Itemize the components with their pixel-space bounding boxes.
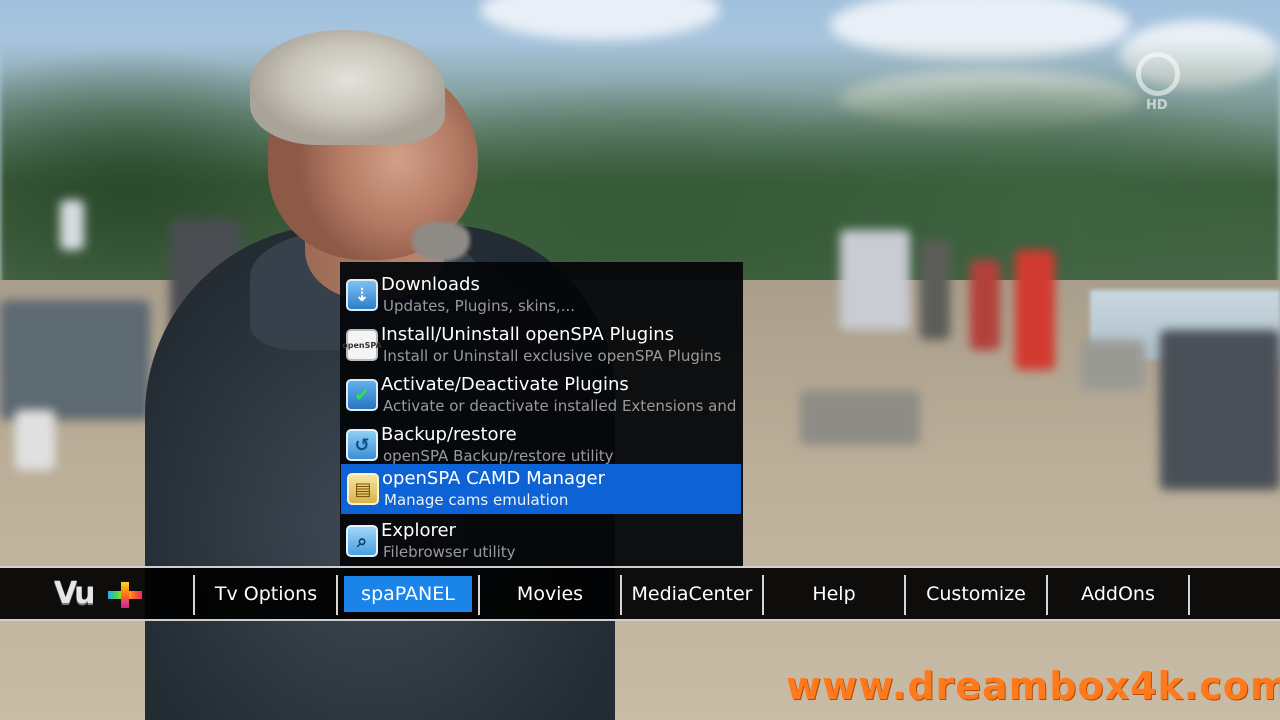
person-hair (250, 30, 445, 145)
boat (0, 300, 150, 420)
crate (1080, 340, 1145, 390)
bottom-menu-bar: Vu Tv Options spaPANEL Movies MediaCente… (0, 566, 1280, 621)
menu-item-install-uninstall[interactable]: openSPA Install/Uninstall openSPA Plugin… (340, 320, 743, 370)
menu-item-downloads[interactable]: ⇣ Downloads Updates, Plugins, skins,... (340, 270, 743, 320)
channel-hd-badge: HD (1146, 98, 1168, 113)
menu-item-title: Explorer (381, 520, 456, 541)
backup-restore-icon: ↺ (346, 429, 378, 461)
menu-item-title: Backup/restore (381, 424, 517, 445)
machinery (1160, 330, 1280, 490)
watermark: www.dreambox4k.com (786, 664, 1280, 708)
menu-item-backup-restore[interactable]: ↺ Backup/restore openSPA Backup/restore … (340, 420, 743, 470)
person-beard (412, 222, 470, 262)
menu-item-title: openSPA CAMD Manager (382, 468, 605, 489)
menu-item-camd-manager[interactable]: ▤ openSPA CAMD Manager Manage cams emula… (341, 464, 741, 514)
bucket (15, 410, 55, 470)
menu-item-subtitle: Install or Uninstall exclusive openSPA P… (383, 347, 722, 365)
openspa-icon-label: openSPA (342, 340, 382, 350)
tab-customize[interactable]: Customize (906, 576, 1046, 612)
bystander (1015, 250, 1055, 370)
menu-item-title: Activate/Deactivate Plugins (381, 374, 629, 395)
tab-separator (1188, 575, 1190, 615)
vu-plus-logo-icon (108, 582, 142, 608)
menu-item-title: Install/Uninstall openSPA Plugins (381, 324, 674, 345)
crate (840, 230, 910, 330)
bystander (970, 260, 1000, 350)
tab-mediacenter[interactable]: MediaCenter (622, 576, 762, 612)
menu-item-subtitle: openSPA Backup/restore utility (383, 447, 614, 465)
tab-separator (336, 575, 338, 615)
tab-tv-options[interactable]: Tv Options (196, 576, 336, 612)
explorer-folder-icon: ⌕ (346, 525, 378, 557)
download-icon: ⇣ (346, 279, 378, 311)
spapanel-menu: ⇣ Downloads Updates, Plugins, skins,... … (340, 262, 743, 566)
tab-spapanel[interactable]: spaPANEL (344, 576, 472, 612)
menu-item-explorer[interactable]: ⌕ Explorer Filebrowser utility (340, 516, 743, 566)
menu-item-activate-deactivate[interactable]: ✔ Activate/Deactivate Plugins Activate o… (340, 370, 743, 420)
tab-separator (193, 575, 195, 615)
menu-item-title: Downloads (381, 274, 480, 295)
openspa-icon: openSPA (342, 329, 382, 361)
menu-item-subtitle: Manage cams emulation (384, 491, 569, 509)
channel-logo-icon (1136, 52, 1180, 96)
tab-help[interactable]: Help (764, 576, 904, 612)
tab-addons[interactable]: AddOns (1048, 576, 1188, 612)
bystander (920, 240, 950, 340)
checkmark-icon: ✔ (346, 379, 378, 411)
menu-item-subtitle: Updates, Plugins, skins,... (383, 297, 576, 315)
tab-movies[interactable]: Movies (480, 576, 620, 612)
crate (800, 390, 920, 445)
vu-logo: Vu (54, 576, 95, 611)
camd-card-icon: ▤ (347, 473, 379, 505)
flag (60, 200, 84, 250)
menu-item-subtitle: Activate or deactivate installed Extensi… (383, 397, 737, 415)
menu-item-subtitle: Filebrowser utility (383, 543, 516, 561)
